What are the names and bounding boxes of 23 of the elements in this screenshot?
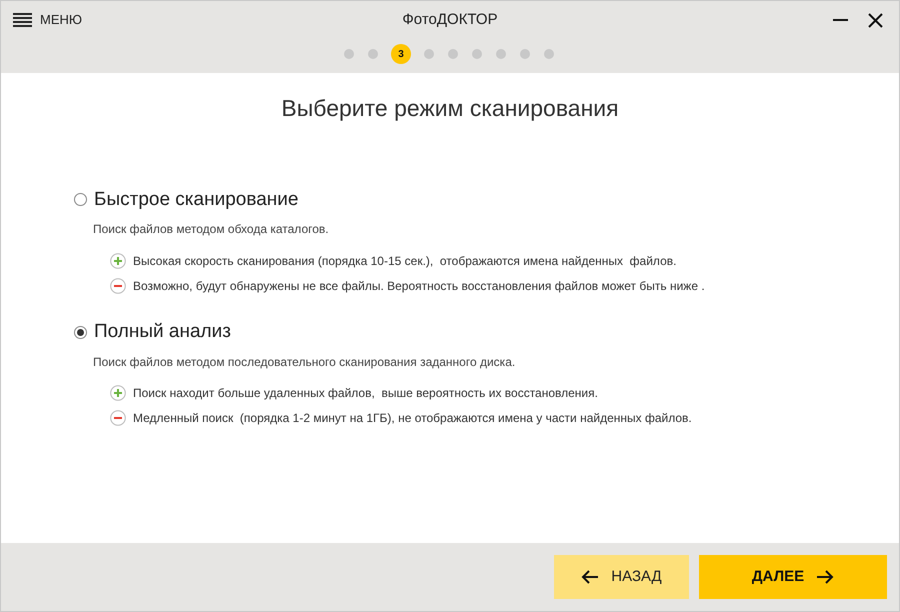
- minus-icon: [110, 278, 126, 294]
- drawback-text: Возможно, будут обнаружены не все файлы. Вероятность восстановления файлов может быть ниже .: [133, 278, 705, 294]
- back-button[interactable]: НАЗАД: [554, 555, 689, 599]
- arrow-right-icon: [816, 570, 834, 584]
- radio-button[interactable]: [74, 326, 87, 339]
- arrow-left-icon: [581, 570, 600, 584]
- next-button[interactable]: ДАЛЕЕ: [699, 555, 887, 599]
- option-description: Поиск файлов методом последовательного сканирования заданного диска.: [93, 354, 516, 370]
- menu-icon: [13, 13, 32, 27]
- drawback-text: Медленный поиск (порядка 1-2 минут на 1ГБ), не отображаются имена у части найденных файлов.: [133, 410, 692, 427]
- plus-icon: [110, 385, 126, 401]
- page-heading: Выберите режим сканирования: [281, 94, 619, 123]
- close-icon[interactable]: [868, 12, 883, 28]
- option-description: Поиск файлов методом обхода каталогов.: [93, 221, 330, 238]
- plus-icon: [110, 252, 126, 268]
- advantage-text: Поиск находит больше удаленных файлов, выше вероятность их восстановления.: [133, 385, 598, 402]
- menu-button[interactable]: МЕНЮ: [13, 10, 82, 30]
- option-title[interactable]: Быстрое сканирование: [94, 186, 298, 214]
- radio-button[interactable]: [74, 193, 87, 206]
- minus-icon: [110, 410, 126, 426]
- advantage-text: Высокая скорость сканирования (порядка 10-15 сек.), отображаются имена найденных файлов.: [133, 252, 676, 270]
- window-title: ФотоДОКТОР: [402, 10, 498, 30]
- option-title[interactable]: Полный анализ: [94, 318, 231, 346]
